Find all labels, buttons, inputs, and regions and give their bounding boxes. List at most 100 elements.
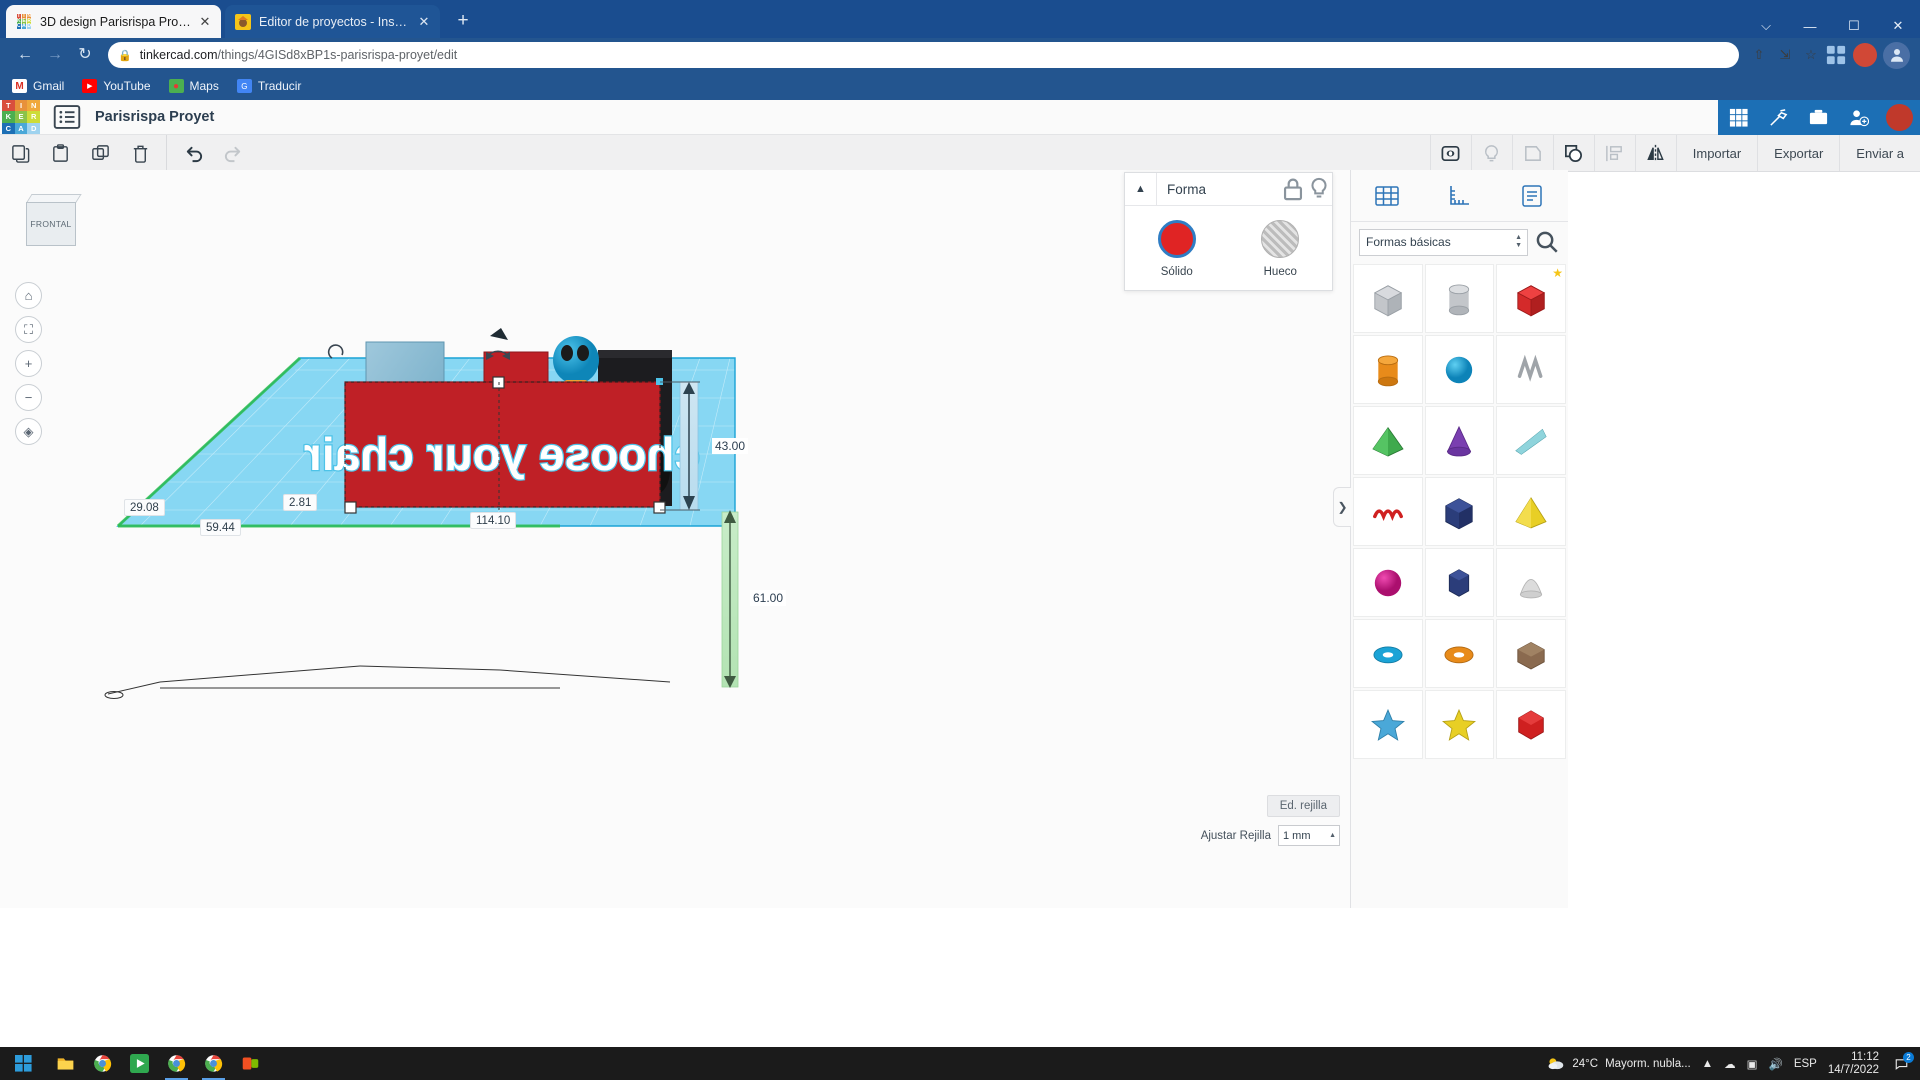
duplicate-icon[interactable] xyxy=(80,135,120,171)
browser-tab-0[interactable]: TIN KER CAD 3D design Parisrispa Proyet … xyxy=(6,5,221,38)
hollow-option[interactable]: Hueco xyxy=(1229,220,1333,278)
measurement-43[interactable]: 43.00 xyxy=(712,438,748,454)
view-toggle-icon[interactable] xyxy=(1430,135,1471,171)
shape-paraboloid-white[interactable] xyxy=(1496,548,1566,617)
dimension-height-61[interactable] xyxy=(722,510,738,688)
grid-apps-icon[interactable] xyxy=(1718,100,1758,135)
shape-spring-red[interactable] xyxy=(1353,477,1423,546)
shape-cone-purple[interactable] xyxy=(1425,406,1495,475)
clock[interactable]: 11:12 14/7/2022 xyxy=(1828,1051,1879,1077)
reload-icon[interactable]: ↻ xyxy=(70,42,100,68)
align-icon[interactable] xyxy=(1594,135,1635,171)
bookmark-maps[interactable]: ● Maps xyxy=(169,79,219,93)
onedrive-icon[interactable]: ☁ xyxy=(1724,1057,1736,1071)
export-button[interactable]: Exportar xyxy=(1757,135,1839,171)
note-shape-icon[interactable] xyxy=(1512,135,1553,171)
send-to-button[interactable]: Enviar a xyxy=(1839,135,1920,171)
measurement-114[interactable]: 114.10 xyxy=(470,512,516,529)
shape-rounded-box-brown[interactable] xyxy=(1496,619,1566,688)
tinkercad-logo[interactable]: T I N K E R C A D xyxy=(2,100,40,134)
tab-search-icon[interactable]: ⌵ xyxy=(1744,18,1788,34)
browser-app-icon[interactable] xyxy=(195,1047,232,1080)
bookmark-youtube[interactable]: ▶ YouTube xyxy=(82,79,150,93)
media-player-icon[interactable] xyxy=(121,1047,158,1080)
install-icon[interactable]: ⇲ xyxy=(1773,47,1797,63)
sign-board[interactable]: choose your chair xyxy=(304,377,700,513)
maximize-button[interactable]: ☐ xyxy=(1832,18,1876,34)
chevron-up-icon[interactable]: ▲ xyxy=(1702,1058,1713,1070)
shape-wedge-teal[interactable] xyxy=(1496,406,1566,475)
shape-cylinder-gray[interactable] xyxy=(1425,264,1495,333)
close-window-button[interactable]: ✕ xyxy=(1876,18,1920,34)
stepper-icon[interactable]: ▲▼ xyxy=(1515,235,1522,249)
shape-sphere-magenta[interactable] xyxy=(1353,548,1423,617)
forward-icon[interactable]: → xyxy=(40,42,70,68)
chevron-up-icon[interactable]: ▲ xyxy=(1329,832,1336,839)
shape-prism-navy[interactable] xyxy=(1425,548,1495,617)
weather-widget[interactable]: 24°C Mayorm. nubla... xyxy=(1546,1054,1690,1073)
undo-icon[interactable] xyxy=(173,135,213,171)
new-tab-button[interactable]: + xyxy=(450,10,476,32)
gallery-icon[interactable] xyxy=(1798,100,1838,135)
search-icon[interactable] xyxy=(1534,229,1560,256)
teams-icon[interactable] xyxy=(232,1047,269,1080)
back-icon[interactable]: ← xyxy=(10,42,40,68)
shape-box-navy[interactable] xyxy=(1425,477,1495,546)
network-icon[interactable]: ▣ xyxy=(1747,1057,1758,1071)
bookmark-traducir[interactable]: G Traducir xyxy=(237,79,302,93)
shape-torus-blue[interactable] xyxy=(1353,619,1423,688)
mirror-icon[interactable] xyxy=(1635,135,1676,171)
category-select[interactable]: Formas básicas ▲▼ xyxy=(1359,229,1528,256)
shape-box-red[interactable]: ★ xyxy=(1496,264,1566,333)
shape-star-yellow[interactable] xyxy=(1425,690,1495,759)
close-icon[interactable]: ✕ xyxy=(197,14,213,30)
tab-notes[interactable] xyxy=(1496,170,1568,221)
profile-avatar-small[interactable] xyxy=(1853,43,1877,67)
chrome-icon[interactable] xyxy=(84,1047,121,1080)
panel-collapse-button[interactable]: ❯ xyxy=(1333,487,1351,527)
grid-edit-button[interactable]: Ed. rejilla xyxy=(1267,795,1340,817)
windows-start-icon[interactable] xyxy=(0,1047,47,1080)
shape-polygon-red[interactable] xyxy=(1496,690,1566,759)
redo-icon[interactable] xyxy=(213,135,253,171)
tab-shapes[interactable] xyxy=(1351,170,1423,221)
solid-option[interactable]: Sólido xyxy=(1125,220,1229,278)
browser-tab-1[interactable]: Editor de proyectos - Instructable ✕ xyxy=(225,5,440,38)
shape-sphere-blue[interactable] xyxy=(1425,335,1495,404)
url-input[interactable]: 🔒 tinkercad.com/things/4GISd8xBP1s-paris… xyxy=(108,42,1739,68)
close-icon[interactable]: ✕ xyxy=(416,14,432,30)
shape-pyramid-green[interactable] xyxy=(1353,406,1423,475)
project-list-button[interactable] xyxy=(52,100,82,134)
import-button[interactable]: Importar xyxy=(1676,135,1757,171)
share-icon[interactable]: ⇧ xyxy=(1747,47,1771,63)
measurement-2-81[interactable]: 2.81 xyxy=(283,494,317,511)
extensions-icon[interactable] xyxy=(1823,42,1849,68)
group-shapes-icon[interactable] xyxy=(1553,135,1594,171)
volume-icon[interactable]: 🔊 xyxy=(1768,1057,1782,1071)
file-explorer-icon[interactable] xyxy=(47,1047,84,1080)
light-bulb-icon[interactable] xyxy=(1471,135,1512,171)
hammer-tools-icon[interactable] xyxy=(1758,100,1798,135)
shape-scribble-gray[interactable] xyxy=(1496,335,1566,404)
bookmark-star-icon[interactable]: ☆ xyxy=(1799,47,1823,63)
copy-icon[interactable] xyxy=(0,135,40,171)
delete-icon[interactable] xyxy=(120,135,160,171)
chevron-up-icon[interactable]: ▲ xyxy=(1125,173,1157,206)
shape-cylinder-orange[interactable] xyxy=(1353,335,1423,404)
bookmark-gmail[interactable]: M Gmail xyxy=(12,79,64,93)
minimize-button[interactable]: — xyxy=(1788,19,1832,34)
solid-swatch[interactable] xyxy=(1158,220,1196,258)
measurement-61[interactable]: 61.00 xyxy=(750,590,786,606)
hollow-swatch[interactable] xyxy=(1261,220,1299,258)
snap-select[interactable]: 1 mm ▲ xyxy=(1278,825,1340,846)
notifications-icon[interactable]: 2 xyxy=(1890,1053,1912,1075)
tab-ruler[interactable] xyxy=(1423,170,1495,221)
avatar[interactable] xyxy=(1883,42,1910,69)
shape-star-blue[interactable] xyxy=(1353,690,1423,759)
measurement-59[interactable]: 59.44 xyxy=(200,519,241,536)
shape-torus-orange[interactable] xyxy=(1425,619,1495,688)
shape-box-gray[interactable] xyxy=(1353,264,1423,333)
bulb-icon[interactable] xyxy=(1306,173,1332,206)
paste-icon[interactable] xyxy=(40,135,80,171)
shape-pyramid-yellow[interactable] xyxy=(1496,477,1566,546)
